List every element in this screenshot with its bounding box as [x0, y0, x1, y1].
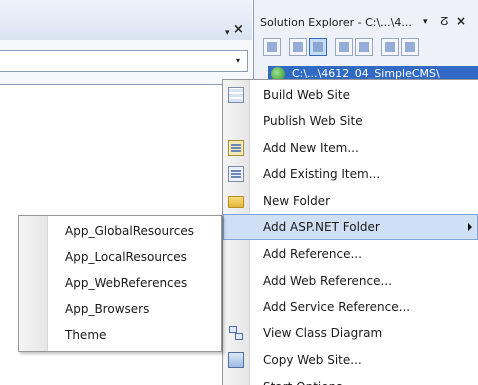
add-new-item-icon	[228, 140, 244, 156]
submenu-item-label: Theme	[65, 328, 107, 342]
copy-web-site-icon	[228, 352, 244, 368]
submenu-item-label: App_WebReferences	[65, 276, 188, 290]
folder-icon	[228, 196, 244, 208]
menu-item-add-service-reference[interactable]: Add Service Reference...	[223, 294, 478, 320]
menu-item-label: Add New Item...	[263, 141, 359, 155]
close-tab-button[interactable]: ×	[233, 23, 244, 37]
submenu-item-label: App_LocalResources	[65, 250, 187, 264]
menu-item-label: Add Service Reference...	[263, 300, 411, 314]
menu-item-label: View Class Diagram	[263, 326, 383, 340]
menu-item-label: New Folder	[263, 194, 331, 208]
menu-item-add-existing-item[interactable]: Add Existing Item...	[223, 161, 478, 187]
menu-item-label: Add Reference...	[263, 247, 362, 261]
view-code-icon[interactable]	[335, 38, 353, 56]
solution-explorer-title: Solution Explorer - C:\...\4...	[260, 16, 412, 29]
submenu-item-app-webreferences[interactable]: App_WebReferences	[19, 270, 221, 296]
add-existing-item-icon	[228, 166, 244, 182]
menu-item-label: Copy Web Site...	[263, 353, 362, 367]
menu-item-label: Add Existing Item...	[263, 167, 381, 181]
build-icon	[228, 87, 244, 103]
toolbar-separator	[375, 38, 379, 60]
submenu-item-app-browsers[interactable]: App_Browsers	[19, 296, 221, 322]
solution-explorer-toolbar	[263, 38, 419, 60]
toolbar-separator	[283, 38, 287, 60]
menu-item-add-asp-net-folder[interactable]: Add ASP.NET Folder	[223, 214, 478, 240]
menu-item-add-reference[interactable]: Add Reference...	[223, 241, 478, 267]
submenu-item-theme[interactable]: Theme	[19, 322, 221, 348]
menu-item-label: Add ASP.NET Folder	[263, 220, 380, 234]
menu-item-start-options[interactable]: Start Options...	[223, 374, 478, 385]
toolbar-separator	[329, 38, 333, 60]
properties-icon[interactable]	[263, 38, 281, 56]
menu-item-label: Publish Web Site	[263, 114, 363, 128]
menu-item-view-class-diagram[interactable]: View Class Diagram	[223, 320, 478, 346]
menu-item-label: Build Web Site	[263, 88, 350, 102]
submenu-item-label: App_GlobalResources	[65, 224, 195, 238]
editor-header	[0, 0, 252, 40]
submenu-item-label: App_Browsers	[65, 302, 150, 316]
submenu-item-app-globalresources[interactable]: App_GlobalResources	[19, 218, 221, 244]
menu-item-label: Add Web Reference...	[263, 274, 392, 288]
menu-item-label: Start Options...	[263, 374, 354, 385]
menu-item-copy-web-site[interactable]: Copy Web Site...	[223, 347, 478, 373]
refresh-icon[interactable]	[289, 38, 307, 56]
submenu-item-app-localresources[interactable]: App_LocalResources	[19, 244, 221, 270]
window-position-dropdown-icon[interactable]: ▾	[423, 17, 428, 27]
view-designer-icon[interactable]	[355, 38, 373, 56]
nest-related-files-icon[interactable]	[309, 38, 327, 56]
class-diagram-icon	[228, 325, 244, 341]
asp-net-configuration-icon[interactable]	[401, 38, 419, 56]
menu-item-build-web-site[interactable]: Build Web Site	[223, 82, 478, 108]
members-combo-box[interactable]: ▾	[0, 50, 248, 72]
auto-hide-pin-icon[interactable]: ⵒ	[440, 15, 448, 28]
menu-item-publish-web-site[interactable]: Publish Web Site	[223, 108, 478, 134]
chevron-down-icon[interactable]: ▾	[232, 55, 244, 67]
menu-item-add-web-reference[interactable]: Add Web Reference...	[223, 268, 478, 294]
submenu-arrow-icon	[468, 223, 472, 231]
menu-item-new-folder[interactable]: New Folder	[223, 188, 478, 214]
menu-item-add-new-item[interactable]: Add New Item...	[223, 135, 478, 161]
copy-web-site-icon[interactable]	[381, 38, 399, 56]
close-panel-button[interactable]: ×	[456, 14, 466, 28]
window-position-dropdown-icon[interactable]: ▾	[225, 26, 230, 40]
